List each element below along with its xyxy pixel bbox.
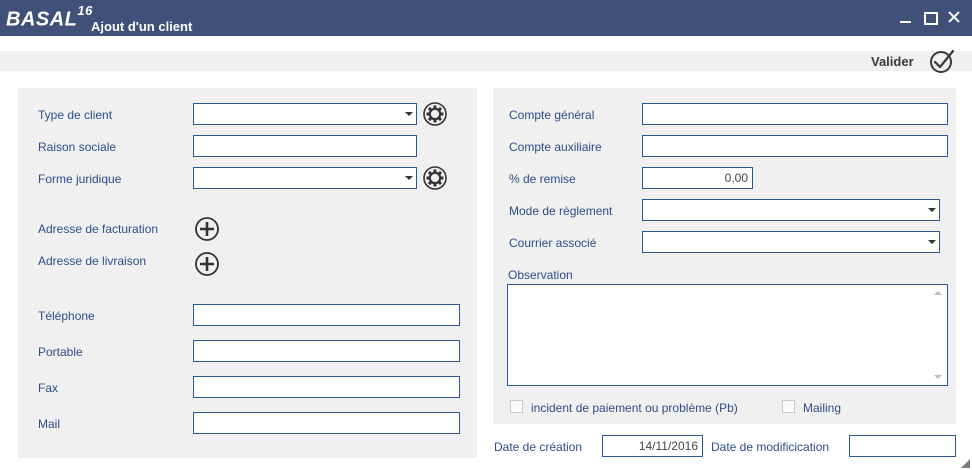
general-account-field[interactable] — [642, 103, 948, 125]
dropdown-arrow-icon — [405, 176, 413, 180]
company-name-label: Raison sociale — [38, 140, 117, 154]
mailing-label: Mailing — [803, 401, 842, 415]
incident-label: incident de paiement ou problème (Pb) — [531, 401, 738, 415]
payment-mode-label: Mode de règlement — [509, 204, 613, 218]
dropdown-arrow-icon — [405, 112, 413, 116]
resize-grip-icon[interactable] — [961, 459, 970, 468]
aux-account-field[interactable] — [642, 135, 948, 157]
modification-date-label: Date de modificication — [711, 440, 830, 454]
company-name-field[interactable] — [193, 135, 417, 157]
aux-account-label: Compte auxiliaire — [509, 140, 602, 154]
legal-form-label: Forme juridique — [38, 172, 122, 186]
associated-mail-select[interactable] — [642, 231, 940, 253]
fax-label: Fax — [38, 381, 59, 395]
phone-field[interactable] — [193, 304, 460, 326]
toolbar-strip — [0, 51, 972, 71]
dropdown-arrow-icon — [928, 240, 936, 244]
window-title: Ajout d'un client — [91, 19, 193, 34]
maximize-icon[interactable] — [922, 9, 938, 25]
close-icon[interactable] — [946, 9, 962, 25]
creation-date-label: Date de création — [494, 440, 583, 454]
add-billing-address-icon[interactable] — [194, 216, 220, 242]
associated-mail-label: Courrier associé — [509, 236, 597, 250]
delivery-address-label: Adresse de livraison — [38, 254, 147, 268]
legal-form-select[interactable] — [193, 167, 417, 189]
client-type-select[interactable] — [193, 103, 417, 125]
fax-field[interactable] — [193, 376, 460, 398]
gear-icon[interactable] — [422, 165, 448, 191]
scroll-up-icon[interactable] — [934, 291, 942, 295]
phone-label: Téléphone — [38, 309, 95, 323]
gear-icon[interactable] — [422, 101, 448, 127]
payment-mode-select[interactable] — [642, 199, 940, 221]
mailing-checkbox[interactable] — [782, 400, 795, 413]
billing-address-label: Adresse de facturation — [38, 222, 159, 236]
scroll-down-icon[interactable] — [934, 375, 942, 379]
mobile-field[interactable] — [193, 340, 460, 362]
modification-date-field[interactable] — [849, 435, 956, 457]
observation-textarea[interactable] — [507, 284, 948, 386]
discount-field[interactable]: 0,00 — [642, 167, 753, 189]
creation-date-field[interactable]: 14/11/2016 — [602, 435, 703, 457]
add-delivery-address-icon[interactable] — [194, 251, 220, 277]
general-account-label: Compte général — [509, 108, 595, 122]
observation-label: Observation — [508, 268, 573, 282]
mail-field[interactable] — [193, 412, 460, 434]
mobile-label: Portable — [38, 345, 83, 359]
client-type-label: Type de client — [38, 108, 113, 122]
app-logo: BASAL16 — [6, 3, 93, 31]
mail-label: Mail — [38, 417, 61, 431]
check-circle-icon[interactable] — [929, 48, 955, 74]
title-bar: BASAL16 Ajout d'un client — [0, 0, 972, 36]
incident-checkbox[interactable] — [510, 400, 523, 413]
validate-button[interactable]: Valider — [871, 54, 914, 69]
dropdown-arrow-icon — [928, 208, 936, 212]
minimize-icon[interactable] — [898, 9, 914, 25]
discount-label: % de remise — [509, 172, 576, 186]
